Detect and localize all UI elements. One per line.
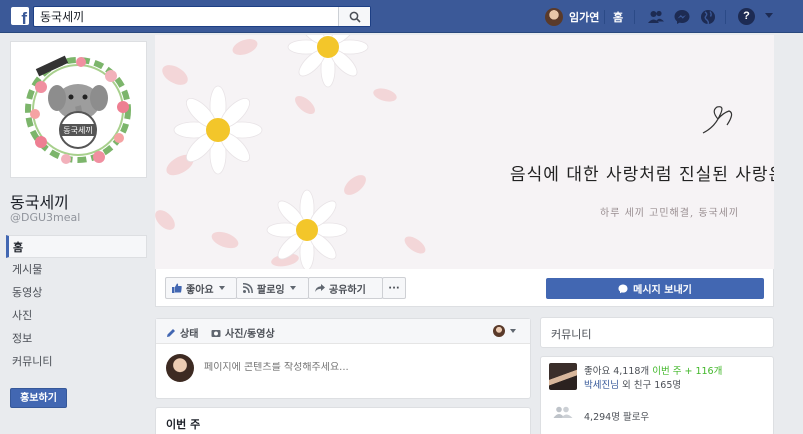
chevron-down-icon: [218, 286, 225, 290]
facebook-logo-icon[interactable]: f: [11, 7, 29, 27]
divider: [604, 10, 605, 24]
follow-label: 팔로잉: [257, 284, 285, 296]
search-button[interactable]: [338, 7, 370, 26]
friend-requests-icon[interactable]: [647, 8, 665, 26]
more-options-button[interactable]: ···: [382, 277, 406, 299]
camera-icon: [211, 329, 221, 337]
page-handle[interactable]: @DGU3meal: [10, 211, 80, 224]
account-menu-caret-icon[interactable]: [765, 13, 773, 18]
likes-this-week: 이번 주 + 116개: [652, 366, 723, 377]
friend-name-link[interactable]: 박세진님: [584, 380, 619, 391]
user-profile-link[interactable]: 임가연: [545, 7, 599, 27]
more-label: ···: [388, 282, 400, 294]
post-as-selector[interactable]: [493, 325, 516, 337]
search-input[interactable]: [34, 7, 334, 26]
cover-title: 음식에 대한 사랑처럼 진실된 사랑은 없다: [510, 165, 774, 185]
community-header[interactable]: 커뮤니티: [540, 317, 774, 348]
followers-count: 4,294명 팔로우: [584, 412, 650, 423]
friends-like-stat: 박세진님 외 친구 165명: [584, 377, 681, 391]
daisy-background: [155, 35, 774, 269]
page-logo-wreath: 동국세끼: [11, 42, 146, 177]
post-input[interactable]: [204, 362, 504, 373]
tab-status-label: 상태: [180, 329, 199, 340]
this-week-title: 이번 주: [166, 418, 201, 431]
top-bar: f 임가연 홈 ?: [0, 0, 803, 33]
likes-total: 좋아요 4,118개: [584, 366, 653, 377]
chevron-down-icon: [510, 329, 516, 333]
page-title: 동국세끼: [10, 193, 69, 212]
page-nav: 홈 게시물 동영상 사진 정보 커뮤니티: [6, 235, 147, 373]
nav-item-photos[interactable]: 사진: [6, 304, 147, 327]
cover-photo[interactable]: 음식에 대한 사랑처럼 진실된 사랑은 없다 하루 세끼 고민해결, 동국세끼: [155, 35, 774, 269]
divider: [634, 10, 635, 24]
tab-photo-label: 사진/동영상: [225, 329, 275, 340]
thumbs-up-icon: [172, 283, 182, 293]
user-name: 임가연: [569, 11, 600, 24]
avatar: [166, 354, 194, 382]
like-label: 좋아요: [186, 284, 214, 296]
nav-item-posts[interactable]: 게시물: [6, 258, 147, 281]
nav-item-about[interactable]: 정보: [6, 327, 147, 350]
nav-item-videos[interactable]: 동영상: [6, 281, 147, 304]
pencil-icon: [167, 328, 175, 337]
messenger-icon: [618, 284, 628, 293]
followers-icon: [553, 406, 573, 418]
send-message-button[interactable]: 메시지 보내기: [546, 278, 764, 299]
promote-button[interactable]: 홍보하기: [10, 388, 67, 408]
svg-text:동국세끼: 동국세끼: [63, 126, 92, 135]
avatar: [493, 325, 505, 337]
divider: [725, 10, 726, 24]
share-label: 공유하기: [329, 284, 366, 296]
community-title: 커뮤니티: [551, 328, 592, 341]
search-icon: [349, 11, 361, 23]
friend-avatar[interactable]: [549, 363, 577, 390]
nav-item-community[interactable]: 커뮤니티: [6, 350, 147, 373]
composer-tabs: 상태 사진/동영상: [156, 319, 530, 344]
help-icon[interactable]: ?: [738, 8, 755, 25]
this-week-card: 이번 주: [155, 407, 531, 434]
friends-count: 외 친구 165명: [618, 380, 682, 391]
tab-status[interactable]: 상태: [166, 325, 198, 340]
follow-button[interactable]: 팔로잉: [236, 277, 309, 299]
page-profile-picture[interactable]: 동국세끼: [10, 41, 147, 178]
community-card: 좋아요 4,118개 이번 주 + 116개 박세진님 외 친구 165명 4,…: [540, 356, 774, 434]
avatar: [545, 8, 563, 26]
chevron-down-icon: [289, 286, 296, 290]
share-arrow-icon: [315, 284, 325, 292]
likes-stat: 좋아요 4,118개 이번 주 + 116개: [584, 363, 722, 377]
share-button[interactable]: 공유하기: [308, 277, 383, 299]
nav-item-home[interactable]: 홈: [6, 235, 147, 258]
messenger-icon[interactable]: [673, 8, 691, 26]
rss-feed-icon: [243, 283, 253, 293]
send-message-label: 메시지 보내기: [633, 285, 692, 296]
notifications-globe-icon[interactable]: [699, 8, 717, 26]
like-button[interactable]: 좋아요: [165, 277, 237, 299]
tab-photo-video[interactable]: 사진/동영상: [211, 325, 275, 340]
search-box: [33, 6, 371, 27]
post-composer: 상태 사진/동영상: [155, 318, 531, 399]
home-link[interactable]: 홈: [613, 9, 623, 25]
cover-subtitle: 하루 세끼 고민해결, 동국세끼: [600, 208, 740, 219]
